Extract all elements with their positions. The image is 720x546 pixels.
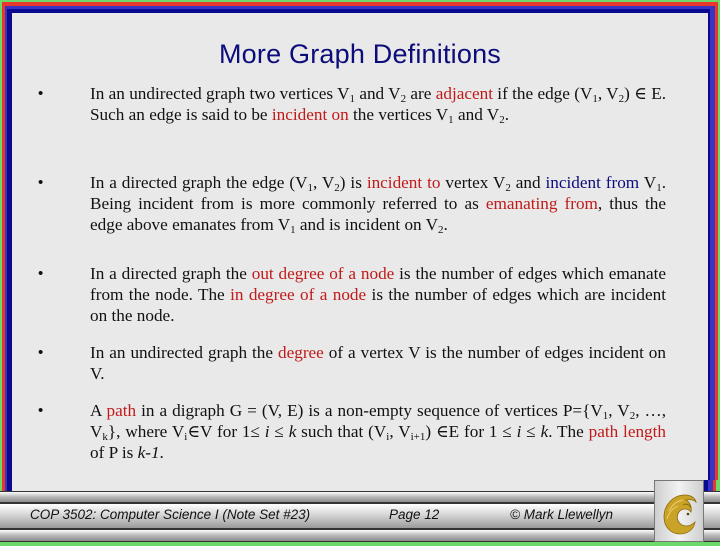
bullet-text: A path in a digraph G = (V, E) is a non-… <box>90 401 667 462</box>
bullet-text: In a directed graph the edge (V1, V2) is… <box>90 173 667 236</box>
frame-border-right-end <box>703 480 720 491</box>
bullet-text: In an undirected graph the degree of a v… <box>90 343 666 383</box>
footer-copyright: © Mark Llewellyn <box>510 507 613 522</box>
frame-border-left-end <box>0 480 12 491</box>
term-incident-from: incident from <box>545 173 640 192</box>
footer: COP 3502: Computer Science I (Note Set #… <box>0 491 720 542</box>
bullet-icon: • <box>38 85 44 102</box>
bullet-text: In a directed graph the out degree of a … <box>90 264 667 325</box>
footer-bar-bottom <box>0 529 720 542</box>
footer-bar-top <box>0 491 720 503</box>
term-in-degree: in degree of a node <box>230 285 367 304</box>
logo-box <box>654 480 704 542</box>
bullet-icon: • <box>38 344 44 361</box>
term-emanating-from: emanating from <box>485 194 598 213</box>
term-adjacent: adjacent <box>435 84 493 103</box>
bullet-text: In an undirected graph two vertices V1 a… <box>90 84 667 126</box>
bullet-icon: • <box>38 174 44 191</box>
footer-page-number: Page 12 <box>389 507 440 522</box>
term-degree: degree <box>278 343 324 362</box>
term-path-length: path length <box>588 422 667 441</box>
term-incident-to: incident to <box>366 173 441 192</box>
bullet-icon: • <box>38 265 44 282</box>
term-incident-on: incident on <box>271 105 349 124</box>
slide: More Graph Definitions • In an undirecte… <box>12 13 708 493</box>
bullet-icon: • <box>38 402 44 419</box>
ucf-pegasus-logo-icon <box>663 494 697 535</box>
term-path: path <box>106 401 137 420</box>
term-out-degree: out degree of a node <box>251 264 395 283</box>
footer-course: COP 3502: Computer Science I (Note Set #… <box>30 507 311 522</box>
slide-title: More Graph Definitions <box>218 39 502 69</box>
